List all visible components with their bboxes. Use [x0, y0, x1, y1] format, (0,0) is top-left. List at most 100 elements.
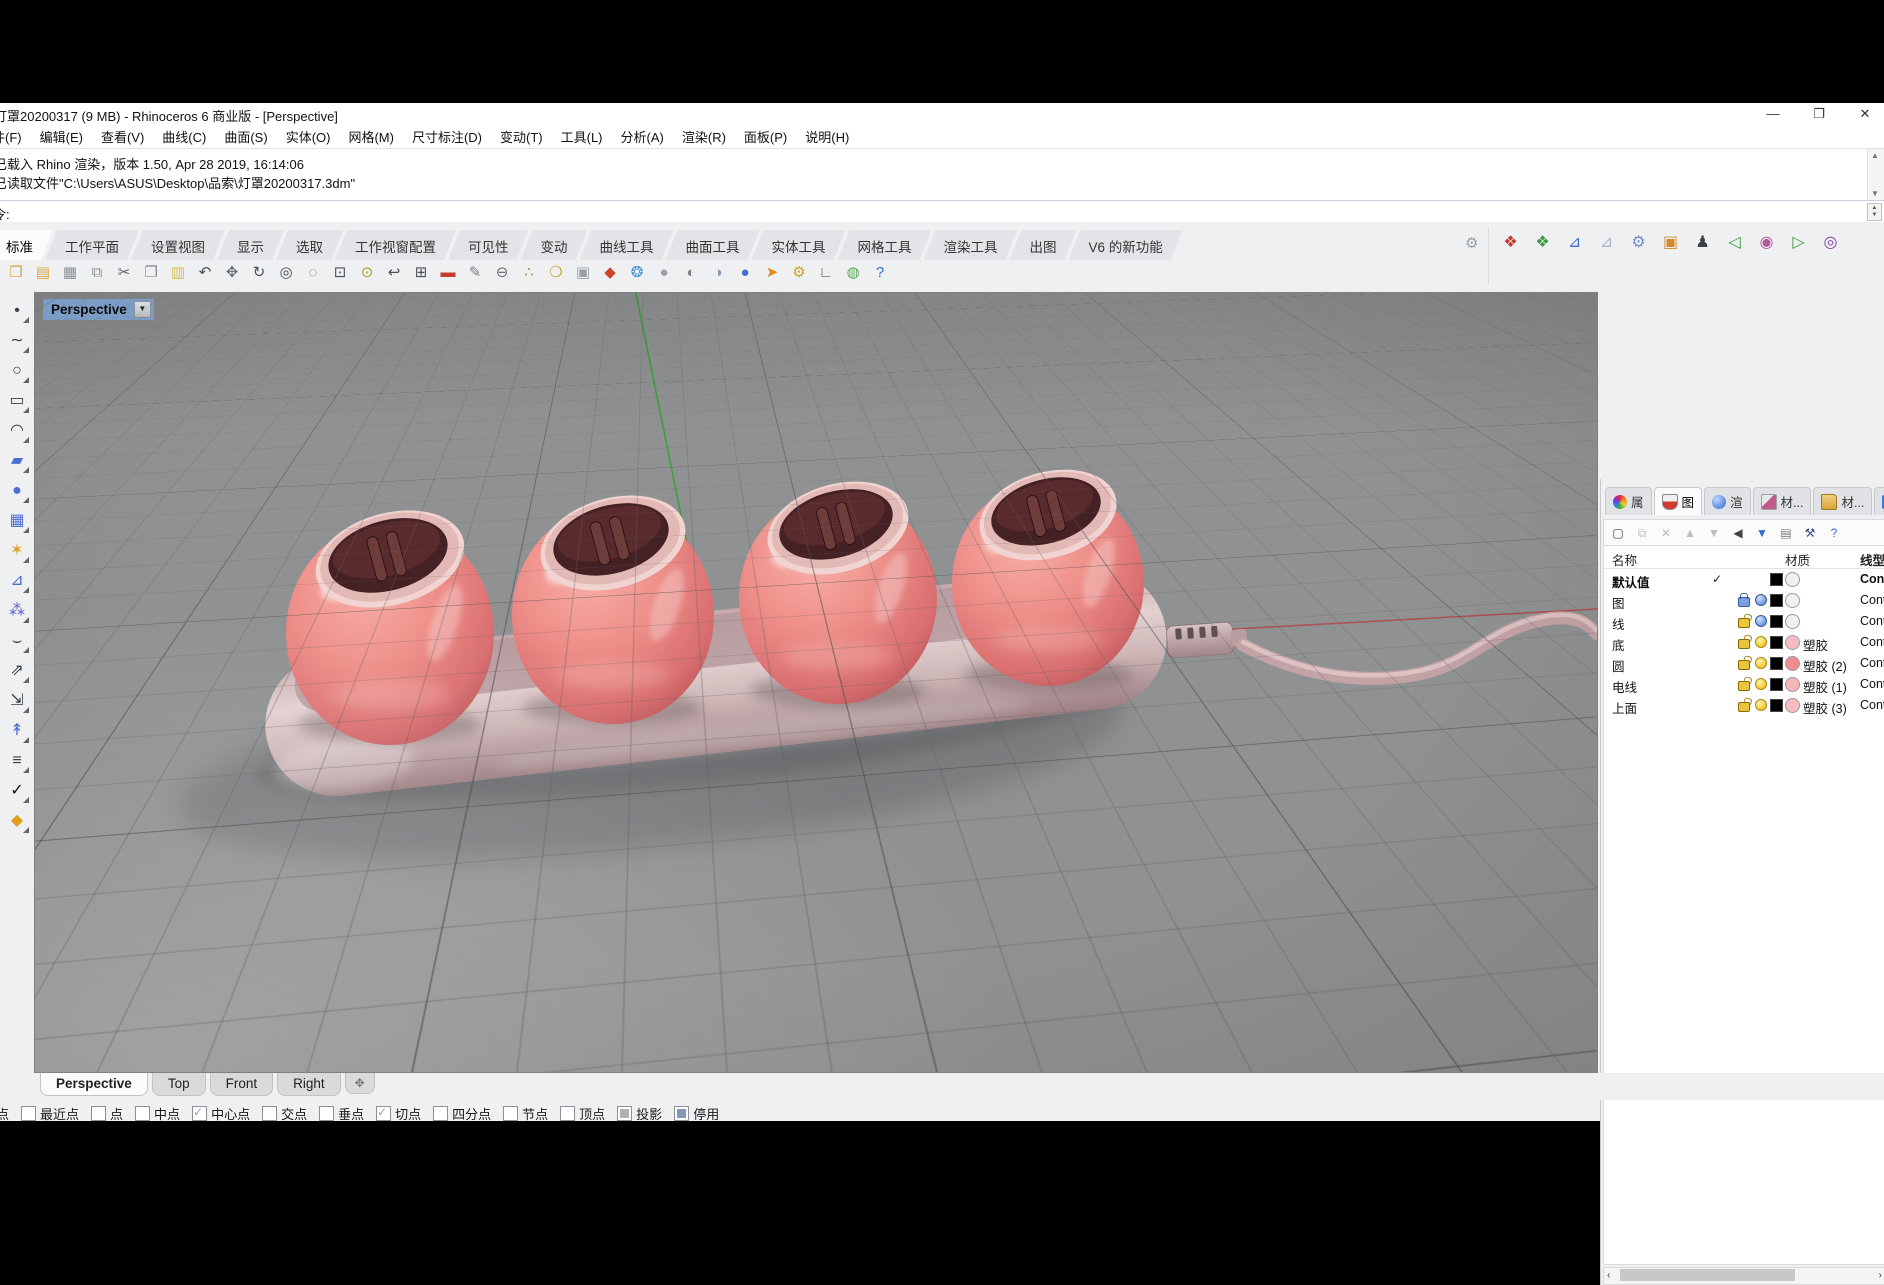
menu-item[interactable]: 编辑(E) — [31, 125, 92, 148]
layer-row[interactable]: 圆 塑胶 (2) Cont — [1604, 653, 1884, 674]
zoom-target-icon[interactable]: ◎ — [1818, 230, 1843, 255]
copy-layer-button[interactable]: ⧉ — [1634, 525, 1650, 541]
viewport-tab-new[interactable]: ✥ — [345, 1073, 375, 1094]
new-layer-button[interactable]: ▢ — [1610, 525, 1626, 541]
checkbox-icon[interactable] — [192, 1106, 207, 1121]
menu-item[interactable]: 面板(P) — [735, 125, 796, 148]
zoom-window-button[interactable]: ⊡ — [328, 261, 352, 285]
control-point-curve-tool[interactable]: ∼ — [4, 328, 30, 354]
viewport-menu-dropdown-icon[interactable]: ▼ — [134, 301, 151, 318]
menu-item[interactable]: 文件(F) — [0, 125, 31, 148]
pan-button[interactable]: ✥ — [220, 261, 244, 285]
layer-lock-icon[interactable] — [1738, 597, 1750, 607]
rotate-view-button[interactable]: ↻ — [247, 261, 271, 285]
osnap-checkbox[interactable]: 中心点 — [192, 1104, 250, 1123]
filter-button[interactable]: ▼ — [1754, 525, 1770, 541]
layer-visibility-bulb-icon[interactable] — [1755, 678, 1767, 690]
menu-item[interactable]: 尺寸标注(D) — [403, 125, 491, 148]
point-tool[interactable]: • — [4, 298, 30, 324]
viewport-tab-top[interactable]: Top — [152, 1073, 206, 1096]
layer-row[interactable]: 图 Cont — [1604, 590, 1884, 611]
help-button[interactable]: ? — [868, 261, 892, 285]
options-button[interactable]: ⚙ — [787, 261, 811, 285]
panel-horizontal-scrollbar[interactable]: ‹ › — [1603, 1267, 1884, 1285]
menu-item[interactable]: 渲染(R) — [673, 125, 735, 148]
layer-color-swatch[interactable] — [1770, 657, 1783, 670]
command-scrollbar[interactable]: ▲ ▼ — [1867, 149, 1884, 200]
menu-item[interactable]: 查看(V) — [92, 125, 153, 148]
checkbox-icon[interactable] — [376, 1106, 391, 1121]
layer-visibility-bulb-icon[interactable] — [1755, 594, 1767, 606]
viewport-tab-right[interactable]: Right — [277, 1073, 341, 1096]
analyze-tool[interactable]: ◆ — [4, 808, 30, 834]
checkbox-icon[interactable] — [262, 1106, 277, 1121]
layer-lock-icon[interactable] — [1738, 702, 1750, 712]
arc-tool[interactable]: ◠ — [4, 418, 30, 444]
ribbon-tab[interactable]: 工作平面 — [45, 230, 139, 260]
layer-material-swatch[interactable] — [1785, 614, 1800, 629]
layer-row[interactable]: 底 塑胶 Cont — [1604, 632, 1884, 653]
record-history-button[interactable]: ∟ — [814, 261, 838, 285]
ribbon-tab[interactable]: 选取 — [276, 230, 343, 260]
extrude-tool[interactable]: ↟ — [4, 718, 30, 744]
lock-button[interactable]: ▣ — [571, 261, 595, 285]
menu-item[interactable]: 曲面(S) — [215, 125, 276, 148]
layer-visibility-bulb-icon[interactable] — [1755, 699, 1767, 711]
scroll-up-icon[interactable]: ▲ — [1871, 151, 1879, 160]
osnap-checkbox[interactable]: 中点 — [135, 1104, 180, 1123]
osnap-checkbox[interactable]: 端点 — [0, 1104, 9, 1123]
cplane-tool[interactable]: ⊿ — [4, 568, 30, 594]
ribbon-tab[interactable]: V6 的新功能 — [1069, 230, 1183, 260]
delete-layer-button[interactable]: ✕ — [1658, 525, 1674, 541]
osnap-checkbox[interactable]: 交点 — [262, 1104, 307, 1123]
plugins-button[interactable]: ◍ — [841, 261, 865, 285]
scale-tool[interactable]: ⇲ — [4, 688, 30, 714]
layer-visibility-bulb-icon[interactable] — [1755, 615, 1767, 627]
ribbon-tab[interactable]: 出图 — [1010, 230, 1077, 260]
osnap-checkbox[interactable]: 投影 — [617, 1104, 662, 1123]
layer-row[interactable]: 默认值 ✓ Cont — [1604, 569, 1884, 590]
tab-layers[interactable]: 图 — [1654, 487, 1703, 515]
xray-view-button[interactable]: ● — [733, 261, 757, 285]
fillet-tool[interactable]: ⌣ — [4, 628, 30, 654]
layer-material-swatch[interactable] — [1785, 572, 1800, 587]
viewport-title[interactable]: Perspective ▼ — [43, 299, 154, 320]
move-up-button[interactable]: ▲ — [1682, 525, 1698, 541]
group-tool[interactable]: ⁂ — [4, 598, 30, 624]
tab-properties[interactable]: 属 — [1605, 487, 1652, 515]
render-preview-button[interactable]: ❂ — [625, 261, 649, 285]
print-button[interactable]: ▦ — [58, 261, 82, 285]
layer-color-swatch[interactable] — [1770, 699, 1783, 712]
checkbox-icon[interactable] — [135, 1106, 150, 1121]
menu-item[interactable]: 变动(T) — [491, 125, 552, 148]
copy-button[interactable]: ❐ — [139, 261, 163, 285]
checkbox-icon[interactable] — [617, 1106, 632, 1121]
rotate-cube-red-icon[interactable]: ❖ — [1498, 230, 1523, 255]
move-down-button[interactable]: ▼ — [1706, 525, 1722, 541]
zoom-selected-button[interactable]: ⊙ — [355, 261, 379, 285]
mesh-tool[interactable]: ▦ — [4, 508, 30, 534]
undo-button[interactable]: ↶ — [193, 261, 217, 285]
checkbox-icon[interactable] — [433, 1106, 448, 1121]
close-button[interactable]: ✕ — [1856, 105, 1874, 123]
zoom-lens-icon[interactable]: ◉ — [1754, 230, 1779, 255]
copy-view-button[interactable]: ⧉ — [85, 261, 109, 285]
collapse-button[interactable]: ◀ — [1730, 525, 1746, 541]
checkbox-icon[interactable] — [674, 1106, 689, 1121]
ribbon-tab[interactable]: 显示 — [217, 230, 284, 260]
minimize-button[interactable]: — — [1764, 105, 1782, 123]
layer-color-swatch[interactable] — [1770, 594, 1783, 607]
layer-material-swatch[interactable] — [1785, 677, 1800, 692]
tab-help[interactable]: 说... — [1874, 487, 1884, 515]
menu-item[interactable]: 说明(H) — [796, 125, 858, 148]
ribbon-tab[interactable]: 变动 — [521, 230, 588, 260]
layer-visibility-bulb-icon[interactable] — [1755, 657, 1767, 669]
zoom-dynamic-button[interactable]: ◎ — [274, 261, 298, 285]
checkbox-icon[interactable] — [560, 1106, 575, 1121]
osnap-checkbox[interactable]: 顶点 — [560, 1104, 605, 1123]
tab-material-library[interactable]: 材... — [1813, 487, 1872, 515]
osnap-checkbox[interactable]: 停用 — [674, 1104, 719, 1123]
layer-lock-icon[interactable] — [1738, 639, 1750, 649]
four-viewports-button[interactable]: ⊞ — [409, 261, 433, 285]
layer-color-swatch[interactable] — [1770, 615, 1783, 628]
